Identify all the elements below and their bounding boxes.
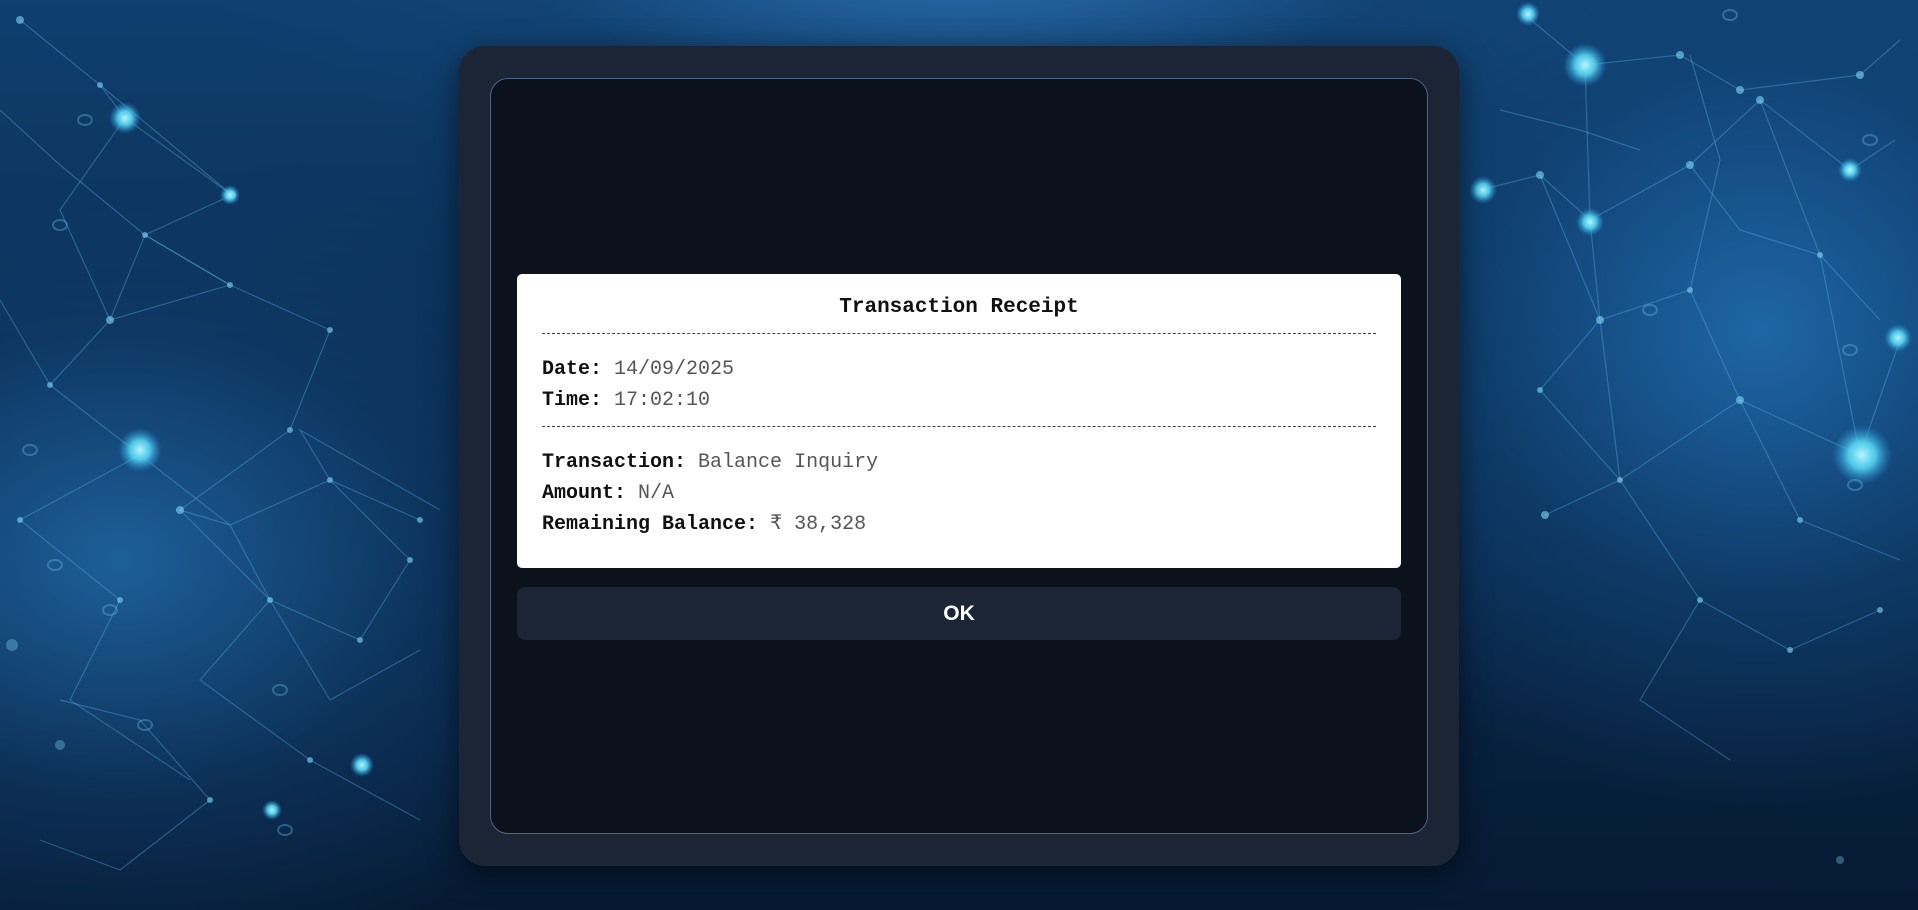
- balance-value: ₹ 38,328: [770, 513, 867, 536]
- receipt-row-transaction: Transaction: Balance Inquiry: [542, 447, 1376, 478]
- time-value: 17:02:10: [614, 389, 711, 412]
- balance-label: Remaining Balance:: [542, 513, 759, 536]
- transaction-label: Transaction:: [542, 451, 687, 474]
- receipt-row-balance: Remaining Balance: ₹ 38,328: [542, 509, 1376, 540]
- amount-label: Amount:: [542, 482, 627, 505]
- ok-button[interactable]: OK: [517, 587, 1401, 640]
- receipt-row-amount: Amount: N/A: [542, 478, 1376, 509]
- date-value: 14/09/2025: [614, 358, 735, 381]
- amount-value: N/A: [638, 482, 675, 505]
- receipt-details-section: Transaction: Balance Inquiry Amount: N/A…: [542, 427, 1376, 550]
- receipt-title: Transaction Receipt: [839, 296, 1079, 319]
- transaction-value: Balance Inquiry: [698, 451, 879, 474]
- transaction-receipt: Transaction Receipt Date: 14/09/2025 Tim…: [517, 274, 1401, 568]
- date-label: Date:: [542, 358, 603, 381]
- receipt-row-date: Date: 14/09/2025: [542, 354, 1376, 385]
- atm-frame: Transaction Receipt Date: 14/09/2025 Tim…: [459, 46, 1459, 866]
- time-label: Time:: [542, 389, 603, 412]
- receipt-row-time: Time: 17:02:10: [542, 385, 1376, 416]
- atm-screen: Transaction Receipt Date: 14/09/2025 Tim…: [490, 78, 1428, 834]
- receipt-datetime-section: Date: 14/09/2025 Time: 17:02:10: [542, 334, 1376, 426]
